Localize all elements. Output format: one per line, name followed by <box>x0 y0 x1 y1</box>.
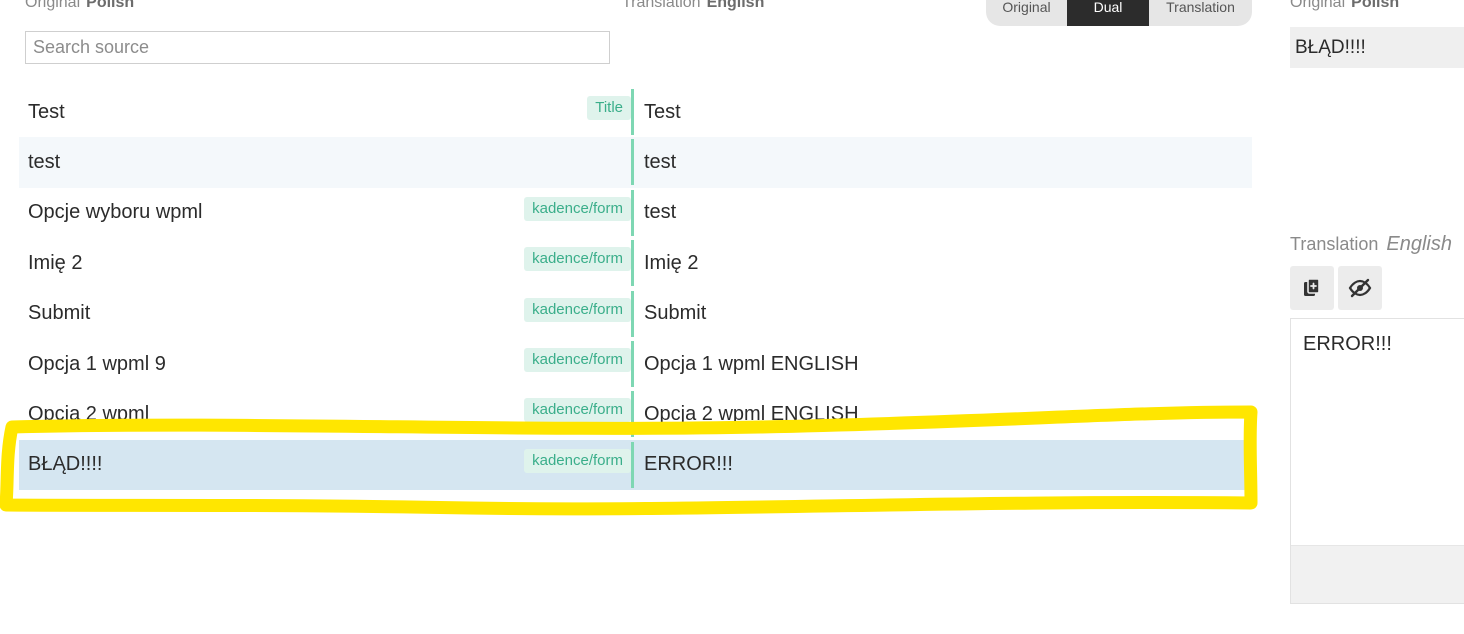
original-label: Original <box>25 0 81 11</box>
copy-source-button[interactable] <box>1290 266 1334 310</box>
translation-text: Test <box>644 100 681 123</box>
translation-cell[interactable]: test <box>634 137 1252 187</box>
copy-source-icon <box>1304 278 1320 296</box>
translation-text: ERROR!!! <box>644 453 733 476</box>
translation-header: Translation English <box>622 0 764 12</box>
toggle-translation[interactable]: Translation <box>1149 0 1252 26</box>
table-row[interactable]: Submit kadence/form Submit <box>19 289 1252 339</box>
translation-text: test <box>644 201 677 224</box>
context-tag: kadence/form <box>524 448 631 473</box>
source-cell: Imię 2 kadence/form <box>19 238 631 288</box>
context-tag: kadence/form <box>524 196 631 221</box>
source-text: Opcja 2 wpml <box>28 403 150 426</box>
side-original-label: Original <box>1290 0 1346 11</box>
string-table: Test Title Test test test Opcje wyboru w… <box>19 87 1252 491</box>
side-source-text: BŁĄD!!!! <box>1290 27 1464 68</box>
translation-cell[interactable]: Opcja 1 wpml ENGLISH <box>634 339 1252 389</box>
translation-text: Opcja 2 wpml ENGLISH <box>644 403 859 426</box>
hide-original-button[interactable] <box>1338 266 1382 310</box>
translation-text: Submit <box>644 302 707 325</box>
side-translation-header: Translation English <box>1290 233 1452 256</box>
translation-text: Imię 2 <box>644 251 699 274</box>
source-cell: Test Title <box>19 87 631 137</box>
context-tag: kadence/form <box>524 398 631 423</box>
side-translation-lang: English <box>1386 233 1452 255</box>
translation-text: test <box>644 151 677 174</box>
side-original-header: Original Polish <box>1290 0 1399 12</box>
source-text: Imię 2 <box>28 251 83 274</box>
translation-cell[interactable]: Test <box>634 87 1252 137</box>
source-text: Opcje wyboru wpml <box>28 201 203 224</box>
source-text: Opcja 1 wpml 9 <box>28 352 166 375</box>
source-text: Submit <box>28 302 91 325</box>
table-row[interactable]: Opcje wyboru wpml kadence/form test <box>19 188 1252 238</box>
toggle-original[interactable]: Original <box>986 0 1067 26</box>
source-text: BŁĄD!!!! <box>28 453 103 476</box>
translation-editor-text[interactable]: ERROR!!! <box>1303 333 1392 356</box>
source-text: Test <box>28 100 65 123</box>
source-cell: Submit kadence/form <box>19 289 631 339</box>
side-translation-label: Translation <box>1290 234 1379 254</box>
original-header: Original Polish <box>25 0 134 12</box>
table-row[interactable]: Opcja 1 wpml 9 kadence/form Opcja 1 wpml… <box>19 339 1252 389</box>
table-row[interactable]: Test Title Test <box>19 87 1252 137</box>
translation-cell[interactable]: test <box>634 188 1252 238</box>
translation-label: Translation <box>622 0 701 11</box>
table-row[interactable]: Imię 2 kadence/form Imię 2 <box>19 238 1252 288</box>
view-toggle: Original Dual Translation <box>986 0 1252 26</box>
translation-text: Opcja 1 wpml ENGLISH <box>644 352 859 375</box>
editor-footer <box>1291 545 1464 603</box>
translation-lang: English <box>706 0 765 11</box>
toggle-dual[interactable]: Dual <box>1067 0 1149 26</box>
context-tag: kadence/form <box>524 247 631 272</box>
source-cell: Opcje wyboru wpml kadence/form <box>19 188 631 238</box>
source-text: test <box>28 151 61 174</box>
translation-cell[interactable]: Imię 2 <box>634 238 1252 288</box>
table-row-selected[interactable]: BŁĄD!!!! kadence/form ERROR!!! <box>19 439 1252 491</box>
translation-cell[interactable]: ERROR!!! <box>634 440 1252 490</box>
translation-cell[interactable]: Opcja 2 wpml ENGLISH <box>634 389 1252 439</box>
translation-editor[interactable]: ERROR!!! <box>1290 318 1464 604</box>
context-tag: kadence/form <box>524 347 631 372</box>
search-input[interactable] <box>25 31 610 64</box>
table-row[interactable]: test test <box>19 137 1252 188</box>
hide-eye-icon <box>1348 278 1372 298</box>
source-cell: Opcja 1 wpml 9 kadence/form <box>19 339 631 389</box>
table-row[interactable]: Opcja 2 wpml kadence/form Opcja 2 wpml E… <box>19 389 1252 439</box>
context-tag: kadence/form <box>524 297 631 322</box>
source-cell: Opcja 2 wpml kadence/form <box>19 389 631 439</box>
side-original-lang: Polish <box>1351 0 1400 11</box>
original-lang: Polish <box>86 0 135 11</box>
source-cell: BŁĄD!!!! kadence/form <box>19 440 631 490</box>
translation-cell[interactable]: Submit <box>634 289 1252 339</box>
context-tag: Title <box>587 96 631 120</box>
source-cell: test <box>19 137 631 187</box>
